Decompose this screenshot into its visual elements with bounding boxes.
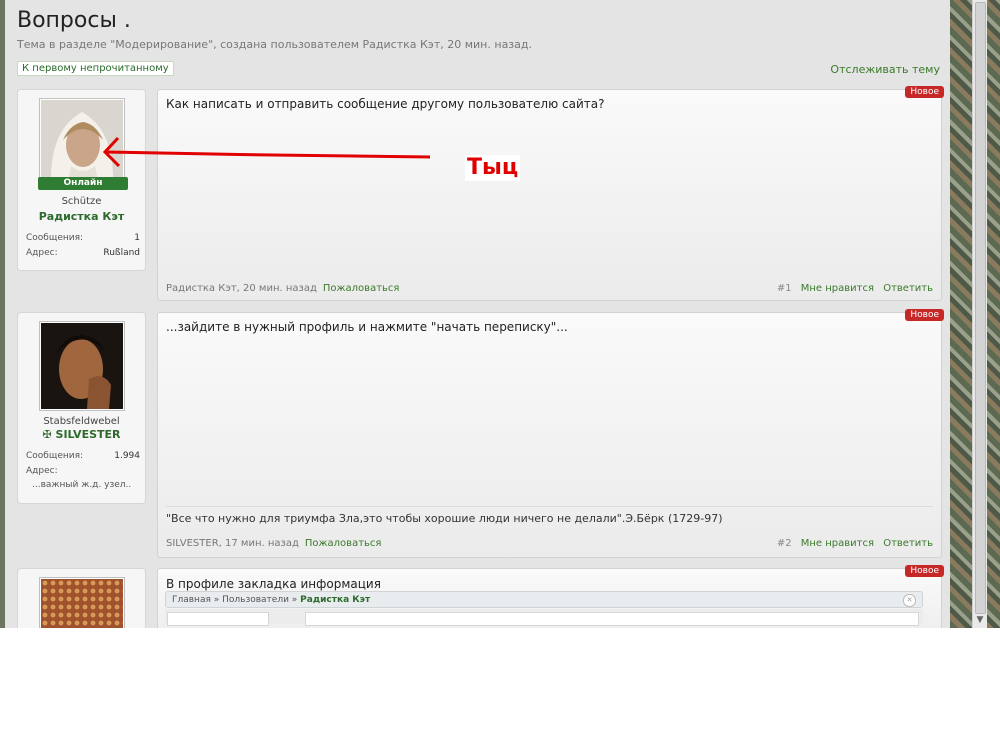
- scrollbar-thumb[interactable]: [975, 2, 986, 614]
- annotation-label: Тыц: [465, 155, 521, 181]
- forum-page: Вопросы . Тема в разделе "Модерирование"…: [5, 0, 950, 628]
- scrollbar[interactable]: ▼: [972, 0, 987, 628]
- browser-viewport: ▼ Вопросы . Тема в разделе "Модерировани…: [0, 0, 1000, 628]
- annotation-arrow-line: [104, 150, 431, 159]
- scroll-down-arrow-icon[interactable]: ▼: [973, 614, 987, 626]
- annotation-overlay: [102, 136, 431, 168]
